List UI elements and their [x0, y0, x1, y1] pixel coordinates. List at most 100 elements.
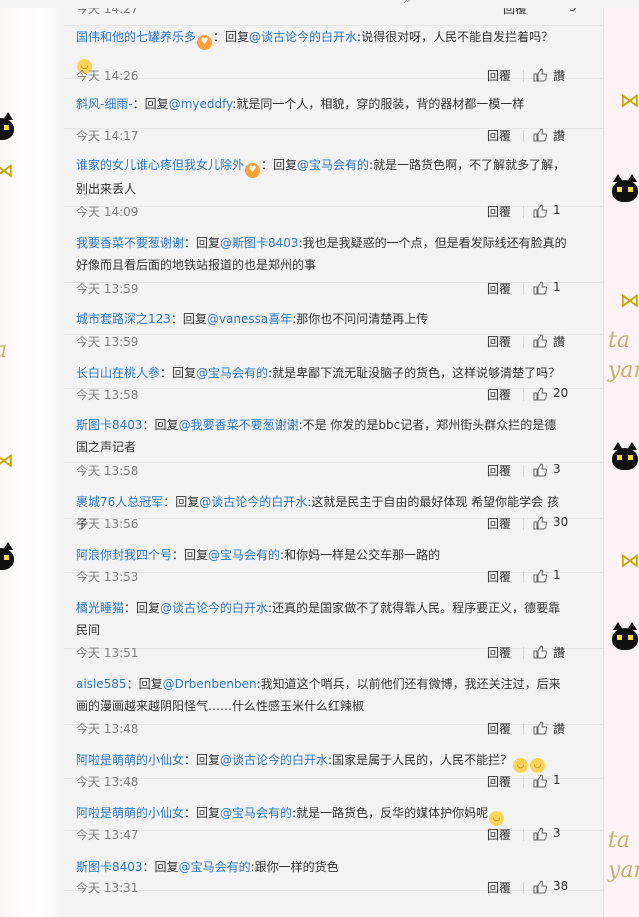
comment-item: 阿啦是萌萌的小仙女：回复@宝马会有的:就是一路货色，反华的媒体护你妈呢 ◡ 今天 1…	[64, 779, 603, 842]
comment-item: 国伟和他的七罐养乐多 ♥ ：回复@谈古论今的白开水:说得很对呀，人民不能自发拦着吗？…	[64, 17, 603, 83]
thumbs-up-icon[interactable]	[533, 880, 547, 894]
mention-link[interactable]: @宝马会有的	[220, 806, 292, 820]
comment-time: 今天 13:31	[76, 881, 139, 895]
badge-emoji-icon: ♥	[245, 163, 261, 178]
cat-decoration-icon	[612, 622, 638, 650]
search-icon[interactable]: ⌕	[404, 0, 411, 7]
comment-author-link[interactable]: 斯图卡8403	[76, 860, 143, 874]
comment-item: 裹城76人总冠军：回复@谈古论今的白开水:这就是民主于自由的最好体现 希望你能学…	[64, 463, 603, 531]
comment-author-link[interactable]: 阿浪你封我四个号	[76, 548, 172, 562]
comment-author-link[interactable]: 我要香菜不要葱谢谢	[76, 236, 184, 250]
comment-author-link[interactable]: 橘光睡猫	[76, 601, 124, 615]
mention-link[interactable]: @宝马会有的	[196, 366, 268, 380]
comment-item: 城市套路深之123：回复@vanessa喜年:那你也不问问清楚再上传 今天 13:…	[64, 283, 603, 349]
comment-text: :那你也不问问清楚再上传	[292, 312, 429, 326]
comment-author-link[interactable]: 裹城76人总冠军	[76, 495, 163, 509]
scribble-decoration: ta	[608, 828, 630, 853]
mention-link[interactable]: @vanessa喜年	[207, 312, 292, 326]
comment-body: 斯图卡8403：回复@我要香菜不要葱谢谢:不是 你发的是bbc记者，郑州街头群众…	[76, 414, 567, 458]
comment-item: 阿啦是萌萌的小仙女：回复@谈古论今的白开水:国家是属于人民的，人民不能拦？ ◡ ◡ 今…	[64, 725, 603, 789]
comment-author-link[interactable]: 长白山在桃人参	[76, 366, 160, 380]
comment-author-link[interactable]: 斯图卡8403	[76, 418, 143, 432]
mention-link[interactable]: @myeddfy	[169, 97, 233, 111]
reply-prefix: ：回复	[184, 236, 221, 250]
comment-time: 今天 14:27	[76, 8, 139, 16]
scribble-decoration: ta	[608, 328, 630, 353]
emoji-icon: ◡	[513, 758, 529, 773]
comment-text: :跟你一样的货色	[250, 860, 339, 874]
comment-item: aisle585：回复@Drbenbenben:我知道这个哨兵，以前他们还有微博…	[64, 649, 603, 736]
comment-body: 橘光睡猫：回复@谈古论今的白开水:还真的是国家做不了就得靠人民。程序要正义，德要…	[76, 597, 567, 641]
comment-body: 城市套路深之123：回复@vanessa喜年:那你也不问问清楚再上传	[76, 308, 567, 330]
comment-body: 阿啦是萌萌的小仙女：回复@谈古论今的白开水:国家是属于人民的，人民不能拦？ ◡ ◡	[76, 749, 567, 773]
cat-decoration-icon	[612, 174, 638, 202]
comment-actions: 回覆 38	[487, 879, 583, 897]
bow-decoration-icon: ⋈	[620, 288, 639, 312]
emoji-icon: ◡	[530, 758, 546, 773]
reply-prefix: ：回复	[163, 495, 200, 509]
right-background: ⋈ ⋈ ta yan ⋈ ta yan	[603, 8, 639, 917]
reply-prefix: ：回复	[124, 601, 161, 615]
comment-meta: 今天 13:31 回覆 38	[76, 879, 583, 897]
cat-decoration-icon	[0, 112, 14, 140]
scribble-decoration: yan	[608, 858, 639, 883]
bow-decoration-icon: ⋈	[0, 448, 14, 472]
comment-text: :就是同一个人，相貌，穿的服装，背的器材都一模一样	[232, 97, 525, 111]
comment-author-link[interactable]: 阿啦是萌萌的小仙女	[76, 753, 184, 767]
mention-link[interactable]: @宝马会有的	[297, 158, 369, 172]
comment-body: 阿啦是萌萌的小仙女：回复@宝马会有的:就是一路货色，反华的媒体护你妈呢 ◡	[76, 802, 567, 826]
comment-body: 谁家的女儿谁心疼但我女儿除外 ♥ ：回复@宝马会有的:就是一路货色啊，不了解就多了解…	[76, 154, 567, 200]
mention-link[interactable]: @我要香菜不要葱谢谢	[179, 418, 299, 432]
comment-text: :就是一路货色，反华的媒体护你妈呢	[292, 806, 489, 820]
mention-link[interactable]: @谈古论今的白开水	[160, 601, 268, 615]
mention-link[interactable]: @宝马会有的	[208, 548, 280, 562]
reply-prefix: ：回复	[261, 158, 298, 172]
mention-link[interactable]: @谈古论今的白开水	[249, 30, 357, 44]
comment-body: 长白山在桃人参：回复@宝马会有的:就是卑鄙下流无耻没脑子的货色，这样说够清楚了吗…	[76, 362, 567, 384]
mention-link[interactable]: @谈古论今的白开水	[220, 753, 328, 767]
comment-item: 斯图卡8403：回复@宝马会有的:跟你一样的货色今天 13:31 回覆 38	[64, 831, 603, 895]
left-background: ⋈ ⋈ a	[0, 8, 64, 917]
mention-link[interactable]: @宝马会有的	[179, 860, 251, 874]
comment-item: 长白山在桃人参：回复@宝马会有的:就是卑鄙下流无耻没脑子的货色，这样说够清楚了吗…	[64, 335, 603, 402]
comment-body: 阿浪你封我四个号：回复@宝马会有的:和你妈一样是公交车那一路的	[76, 544, 567, 566]
reply-prefix: ：回复	[184, 806, 221, 820]
comment-body: 我要香菜不要葱谢谢：回复@斯图卡8403:我也是我疑惑的一个点，但是看发际线还有…	[76, 232, 567, 276]
reply-prefix: ：回复	[172, 548, 209, 562]
reply-prefix: ：回复	[142, 860, 179, 874]
comment-text: :国家是属于人民的，人民不能拦？	[328, 753, 513, 767]
comment-item: 我要香菜不要葱谢谢：回复@斯图卡8403:我也是我疑惑的一个点，但是看发际线还有…	[64, 207, 603, 296]
comment-author-link[interactable]: 国伟和他的七罐养乐多	[76, 30, 196, 44]
action-separator	[523, 882, 524, 894]
comment-item: 斯图卡8403：回复@我要香菜不要葱谢谢:不是 你发的是bbc记者，郑州街头群众…	[64, 389, 603, 478]
badge-emoji-icon: ♥	[197, 35, 213, 50]
reply-button[interactable]: 回覆	[487, 879, 511, 896]
scribble-decoration: a	[0, 338, 7, 363]
bow-decoration-icon: ⋈	[620, 88, 639, 112]
like-count: 3	[569, 8, 577, 14]
reply-prefix: ：回复	[126, 677, 163, 691]
reply-button[interactable]: 回覆	[503, 8, 527, 17]
comment-item: 橘光睡猫：回复@谈古论今的白开水:还真的是国家做不了就得靠人民。程序要正义，德要…	[64, 573, 603, 660]
comment-item: 阿浪你封我四个号：回复@宝马会有的:和你妈一样是公交车那一路的 今天 13:53 回…	[64, 519, 603, 584]
comment-author-link[interactable]: aisle585	[76, 677, 127, 691]
reply-prefix: ：回复	[170, 312, 207, 326]
comment-body: 斯图卡8403：回复@宝马会有的:跟你一样的货色	[76, 856, 567, 878]
mention-link[interactable]: @Drbenbenben	[163, 677, 257, 691]
mention-link[interactable]: @斯图卡8403	[220, 236, 299, 250]
comment-item: 谁家的女儿谁心疼但我女儿除外 ♥ ：回复@宝马会有的:就是一路货色啊，不了解就多了解…	[64, 129, 603, 219]
mention-link[interactable]: @谈古论今的白开水	[199, 495, 307, 509]
comment-author-link[interactable]: 谁家的女儿谁心疼但我女儿除外	[76, 158, 244, 172]
comment-author-link[interactable]: 斜风-细雨-	[76, 97, 133, 111]
cat-decoration-icon	[612, 442, 638, 470]
comment-text: :就是卑鄙下流无耻没脑子的货色，这样说够清楚了吗？	[268, 366, 561, 380]
reply-prefix: ：回复	[213, 30, 250, 44]
cat-decoration-icon	[0, 542, 14, 570]
comment-author-link[interactable]: 阿啦是萌萌的小仙女	[76, 806, 184, 820]
like-count: 38	[553, 879, 569, 893]
bow-decoration-icon: ⋈	[620, 548, 639, 572]
comment-author-link[interactable]: 城市套路深之123	[76, 312, 171, 326]
scribble-decoration: yan	[608, 358, 639, 383]
emoji-icon: ◡	[489, 811, 505, 826]
comment-feed: 今天 14:27 回覆 3 国伟和他的七罐养乐多♥：回复@谈古论今的白开水:说得…	[64, 8, 603, 917]
